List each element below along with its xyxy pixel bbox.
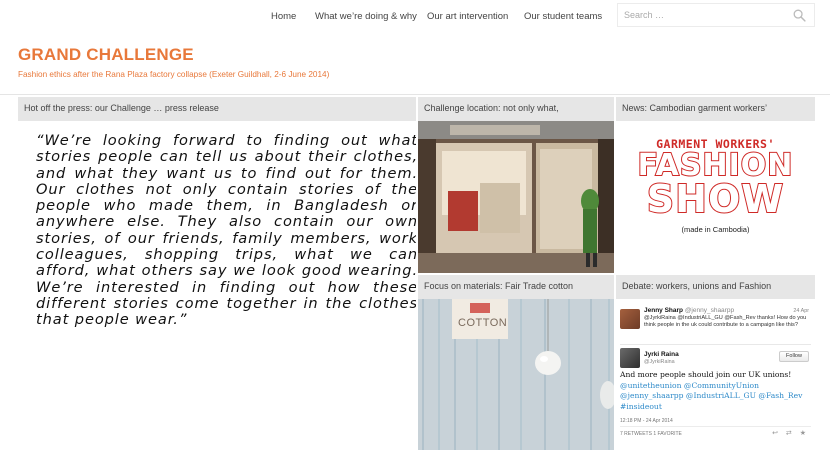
avatar-jyrki-raina	[620, 348, 640, 368]
poster-line-made-in: (made in Cambodia)	[681, 225, 750, 234]
tweet1-author[interactable]: Jenny Sharp @jenny_shaarpp	[644, 307, 734, 314]
tweet-divider	[620, 344, 811, 345]
press-release-quote: “We’re looking forward to finding out wh…	[36, 132, 416, 329]
panel-challenge-location[interactable]: Challenge location: not only what,	[418, 97, 614, 273]
tweet2-retweets: 7 RETWEETS	[620, 431, 652, 437]
tweet1-handle: @jenny_shaarpp	[684, 307, 735, 314]
poster-line-show: SHOW	[646, 176, 785, 222]
panel-fair-trade-cotton[interactable]: Focus on materials: Fair Trade cotton CO…	[418, 275, 614, 450]
cotton-photo-illustration	[418, 299, 614, 450]
cotton-photo: COTTON	[418, 299, 614, 450]
nav-home[interactable]: Home	[271, 11, 296, 22]
panel-press-release[interactable]: Hot off the press: our Challenge … press…	[18, 97, 416, 450]
tweet2-favorites: 1 FAVORITE	[653, 431, 682, 437]
tweet2-name[interactable]: Jyrki Raina	[644, 351, 679, 358]
tweet1-date: 24 Apr	[793, 308, 809, 314]
panel-title-debate[interactable]: Debate: workers, unions and Fashion	[616, 275, 815, 299]
tweet2-stats: 7 RETWEETS 1 FAVORITE	[620, 431, 682, 437]
panel-title-materials[interactable]: Focus on materials: Fair Trade cotton	[418, 275, 614, 299]
follow-button[interactable]: Follow	[779, 351, 809, 362]
tweet2-handle: @JyrkiRaina	[644, 359, 675, 365]
nav-what-were-doing[interactable]: What we’re doing & why	[315, 11, 417, 22]
top-nav: Home What we’re doing & why Our art inte…	[0, 0, 830, 33]
shop-photo-illustration	[418, 121, 614, 273]
search-box	[617, 3, 815, 27]
tweets-embed: Jenny Sharp @jenny_shaarpp 24 Apr @Jyrki…	[616, 299, 815, 450]
tweet2-text-plain: And more people should join our UK union…	[620, 370, 792, 379]
tweet2-actions[interactable]: ↩ ⇄ ★	[772, 429, 809, 437]
tweet2-text: And more people should join our UK union…	[620, 370, 810, 412]
tweet2-time[interactable]: 12:18 PM - 24 Apr 2014	[620, 418, 673, 424]
site-description: Fashion ethics after the Rana Plaza fact…	[18, 70, 330, 79]
panel-title-challenge-location[interactable]: Challenge location: not only what,	[418, 97, 614, 121]
site-title[interactable]: GRAND CHALLENGE	[18, 45, 194, 65]
nav-art-intervention[interactable]: Our art intervention	[427, 11, 508, 22]
shop-photo	[418, 121, 614, 273]
panel-debate[interactable]: Debate: workers, unions and Fashion Jenn…	[616, 275, 815, 450]
panel-title-news[interactable]: News: Cambodian garment workers’	[616, 97, 815, 121]
header-divider	[0, 94, 830, 95]
tweet-jenny-sharp[interactable]: Jenny Sharp @jenny_shaarpp 24 Apr @Jyrki…	[616, 307, 815, 341]
tweet1-text: @JyrkiRaina @IndustriALL_GU @Fash_Rev th…	[644, 315, 807, 329]
search-icon[interactable]	[793, 9, 806, 22]
tweet2-mentions[interactable]: @unitetheunion @CommunityUnion @jenny_sh…	[620, 381, 802, 411]
cotton-sign-text: COTTON	[458, 317, 508, 329]
search-input[interactable]	[624, 7, 784, 23]
press-release-body: “We’re looking forward to finding out wh…	[18, 121, 416, 450]
tweet1-name: Jenny Sharp	[644, 307, 684, 314]
panel-news-cambodia[interactable]: News: Cambodian garment workers’ GARMENT…	[616, 97, 815, 273]
fashion-show-poster: GARMENT WORKERS' FASHION SHOW (made in C…	[616, 121, 815, 273]
avatar-jenny-sharp	[620, 309, 640, 329]
nav-student-teams[interactable]: Our student teams	[524, 11, 602, 22]
tweet2-meta-divider	[620, 426, 811, 427]
panel-title-press-release[interactable]: Hot off the press: our Challenge … press…	[18, 97, 416, 121]
tweet-jyrki-raina[interactable]: Jyrki Raina @JyrkiRaina Follow And more …	[616, 348, 815, 448]
